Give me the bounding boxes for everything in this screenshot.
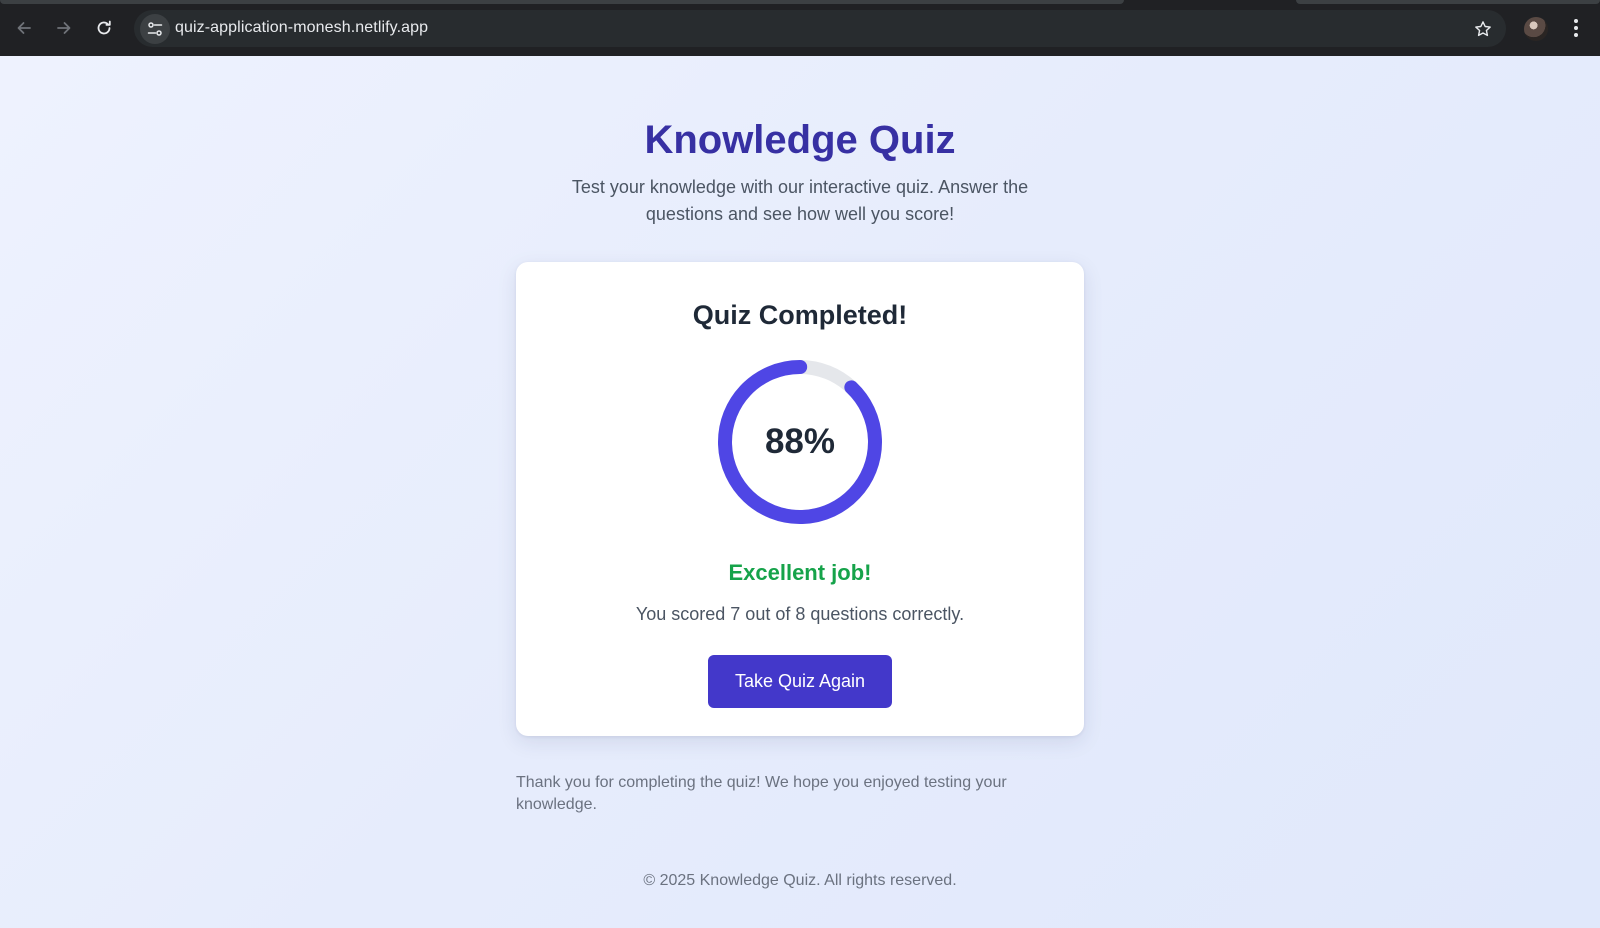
star-icon (1475, 21, 1491, 37)
page-body: Knowledge Quiz Test your knowledge with … (0, 56, 1600, 928)
page-subtitle: Test your knowledge with our interactive… (571, 177, 1029, 224)
profile-avatar[interactable] (1524, 17, 1548, 41)
result-card: Quiz Completed! 88% Excellent job! You s… (516, 262, 1084, 736)
page-title: Knowledge Quiz (644, 118, 956, 162)
arrow-right-icon (57, 22, 71, 34)
tab-strip-edge (0, 0, 1124, 4)
more-vert-icon[interactable] (1566, 14, 1586, 42)
score-ring: 88% (716, 358, 884, 526)
take-quiz-again-button[interactable]: Take Quiz Again (708, 655, 892, 708)
score-percent: 88% (764, 422, 836, 461)
arrow-left-icon (17, 22, 31, 34)
address-bar[interactable]: quiz-application-monesh.netlify.app (134, 10, 1506, 47)
bookmark-button[interactable] (1470, 16, 1496, 42)
result-heading: Quiz Completed! (692, 300, 908, 330)
url-text[interactable]: quiz-application-monesh.netlify.app (175, 19, 428, 37)
reload-icon (97, 20, 111, 35)
reload-button[interactable] (88, 12, 120, 44)
footer-copyright: © 2025 Knowledge Quiz. All rights reserv… (643, 872, 957, 889)
thanks-message: Thank you for completing the quiz! We ho… (516, 774, 1007, 813)
tab-strip-edge (1296, 0, 1600, 4)
browser-toolbar: quiz-application-monesh.netlify.app (0, 0, 1600, 56)
score-summary: You scored 7 out of 8 questions correctl… (635, 604, 965, 624)
back-button[interactable] (8, 12, 40, 44)
forward-button[interactable] (48, 12, 80, 44)
feedback-message: Excellent job! (728, 560, 872, 585)
tune-icon (147, 22, 163, 36)
site-info-button[interactable] (140, 14, 170, 44)
